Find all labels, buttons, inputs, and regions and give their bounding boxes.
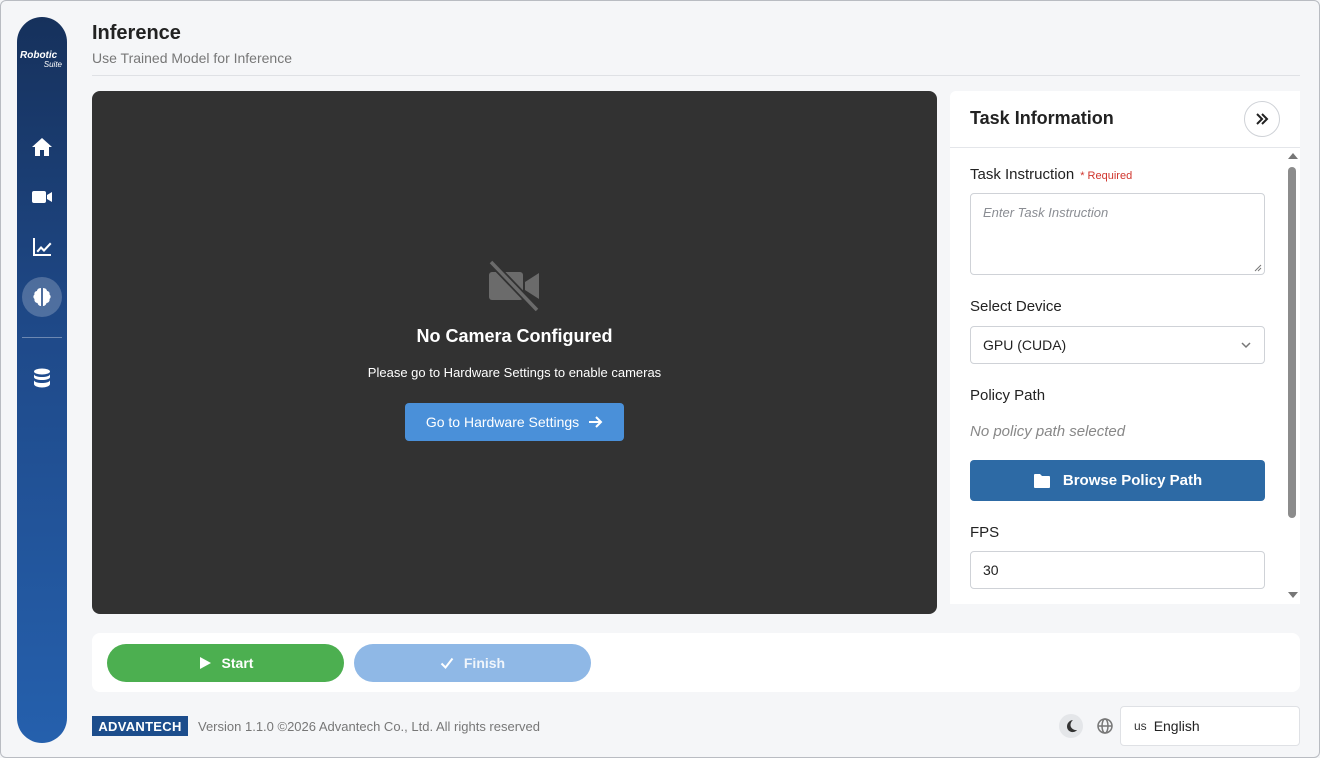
task-information-panel: Task Information Task Instruction * Requi… bbox=[950, 91, 1300, 604]
policy-path-value: No policy path selected bbox=[970, 423, 1126, 440]
policy-path-label: Policy Path bbox=[970, 387, 1046, 404]
page-title: Inference bbox=[92, 22, 181, 44]
scroll-thumb[interactable] bbox=[1288, 167, 1296, 518]
sidebar-item-training[interactable] bbox=[22, 227, 62, 267]
sidebar-item-inference[interactable] bbox=[22, 277, 62, 317]
language-select[interactable]: us English bbox=[1120, 706, 1300, 746]
chart-line-icon bbox=[33, 238, 52, 256]
play-icon bbox=[199, 657, 211, 669]
device-select[interactable]: GPU (CUDA) bbox=[970, 326, 1265, 364]
sidebar: Robotic Suite bbox=[17, 17, 67, 743]
no-camera-message: Please go to Hardware Settings to enable… bbox=[367, 365, 662, 380]
version-text: Version 1.1.0 ©2026 Advantech Co., Ltd. … bbox=[198, 719, 541, 734]
language-value: English bbox=[1153, 718, 1200, 734]
task-instruction-input[interactable]: Enter Task Instruction bbox=[970, 193, 1265, 275]
select-device-label: Select Device bbox=[970, 298, 1062, 315]
page-subtitle: Use Trained Model for Inference bbox=[92, 50, 292, 66]
camera-viewport: No Camera Configured Please go to Hardwa… bbox=[92, 91, 937, 614]
panel-scrollbar[interactable] bbox=[1285, 151, 1299, 604]
double-chevron-right-icon bbox=[1256, 113, 1269, 125]
sidebar-item-datasets[interactable] bbox=[22, 358, 62, 398]
finish-label: Finish bbox=[463, 655, 506, 671]
check-icon bbox=[440, 657, 454, 670]
arrow-right-icon bbox=[589, 416, 603, 428]
panel-title: Task Information bbox=[970, 108, 1114, 128]
no-camera-title: No Camera Configured bbox=[416, 326, 613, 346]
scroll-up-arrow-icon[interactable] bbox=[1288, 153, 1298, 159]
language-flag: us bbox=[1134, 719, 1147, 733]
finish-button[interactable]: Finish bbox=[354, 644, 591, 682]
database-icon bbox=[34, 368, 50, 388]
panel-header: Task Information bbox=[950, 91, 1300, 148]
home-icon bbox=[32, 138, 52, 156]
moon-icon bbox=[1067, 720, 1077, 733]
browse-policy-path-button[interactable]: Browse Policy Path bbox=[970, 460, 1265, 501]
video-camera-icon bbox=[32, 191, 52, 203]
device-select-value: GPU (CUDA) bbox=[983, 337, 1067, 353]
collapse-panel-button[interactable] bbox=[1244, 101, 1280, 137]
fps-input[interactable]: 30 bbox=[970, 551, 1265, 589]
hardware-settings-label: Go to Hardware Settings bbox=[425, 414, 580, 430]
theme-toggle-button[interactable] bbox=[1059, 714, 1083, 738]
advantech-logo: ADVANTECH bbox=[92, 716, 188, 736]
start-label: Start bbox=[221, 655, 254, 671]
task-instruction-label-text: Task Instruction bbox=[970, 166, 1075, 183]
globe-icon bbox=[1096, 717, 1114, 735]
task-instruction-placeholder: Enter Task Instruction bbox=[983, 205, 1109, 220]
app-window: Robotic Suite Inference Use Trained Mode… bbox=[0, 0, 1320, 758]
sidebar-divider bbox=[22, 337, 62, 338]
fps-value: 30 bbox=[983, 562, 999, 578]
folder-icon bbox=[1033, 473, 1050, 488]
action-bar: Start Finish bbox=[92, 633, 1300, 692]
logo-line2: Suite bbox=[43, 60, 62, 69]
sidebar-item-recording[interactable] bbox=[22, 177, 62, 217]
sidebar-item-home[interactable] bbox=[22, 127, 62, 167]
chevron-down-icon bbox=[1241, 342, 1251, 349]
camera-off-icon bbox=[488, 259, 540, 313]
robotic-suite-logo: Robotic Suite bbox=[20, 51, 64, 70]
task-instruction-label: Task Instruction * Required bbox=[970, 166, 1132, 183]
brain-icon bbox=[33, 288, 51, 306]
scroll-down-arrow-icon[interactable] bbox=[1288, 592, 1298, 598]
browse-policy-path-label: Browse Policy Path bbox=[1062, 472, 1203, 489]
header-divider bbox=[92, 75, 1300, 76]
fps-label: FPS bbox=[970, 524, 1000, 541]
required-marker: * Required bbox=[1080, 170, 1133, 182]
hardware-settings-button[interactable]: Go to Hardware Settings bbox=[405, 403, 624, 441]
resize-grip-icon[interactable] bbox=[1254, 264, 1262, 272]
start-button[interactable]: Start bbox=[107, 644, 344, 682]
